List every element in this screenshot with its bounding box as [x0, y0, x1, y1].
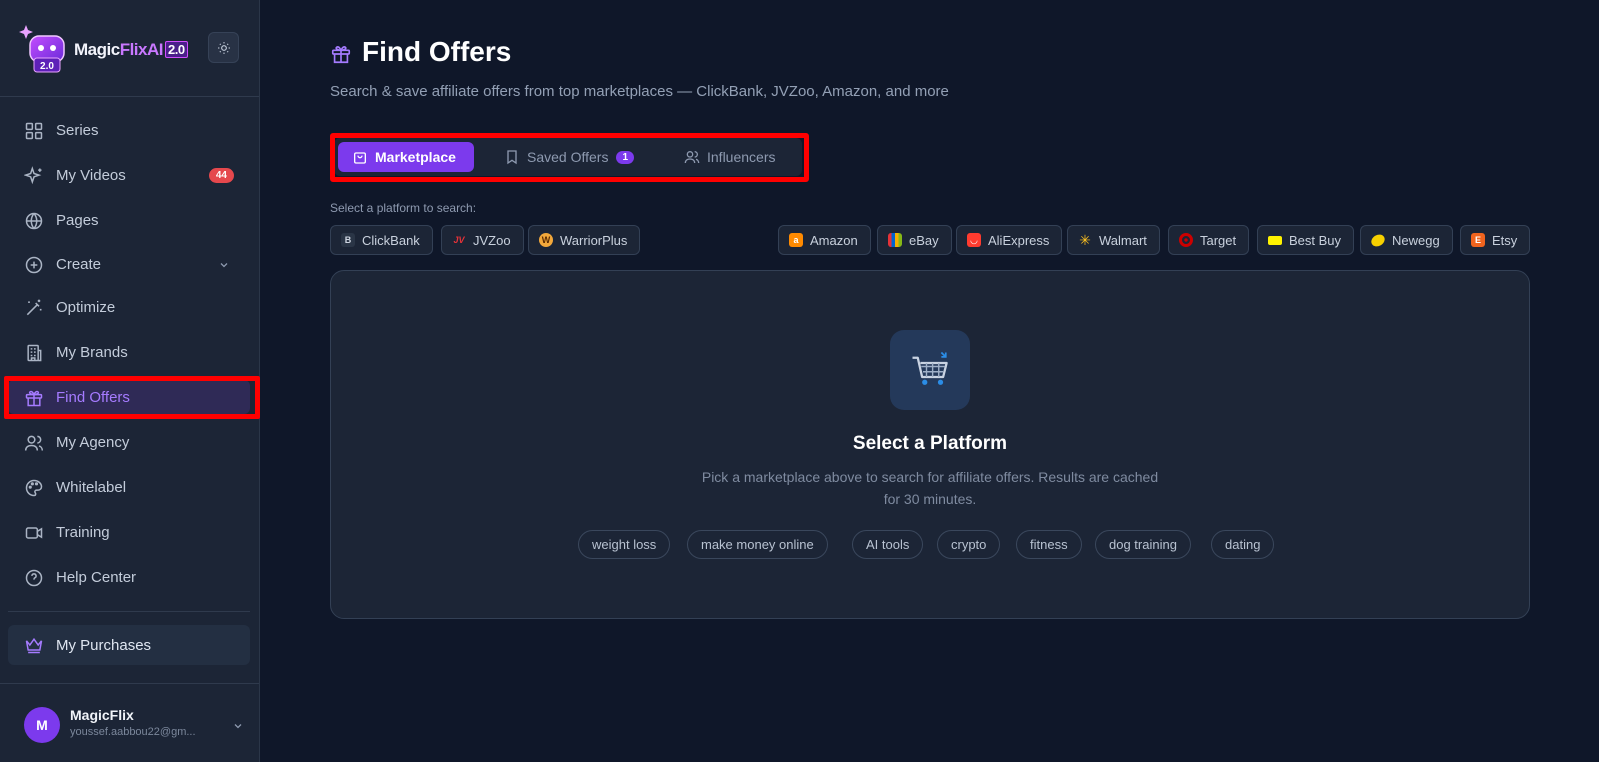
platform-chip-jvzoo[interactable]: JV JVZoo	[441, 225, 524, 255]
suggestion-chip[interactable]: AI tools	[852, 530, 924, 559]
sidebar-item-my-brands[interactable]: My Brands	[8, 335, 250, 369]
sidebar-item-label: My Purchases	[56, 637, 152, 654]
globe-icon	[25, 212, 43, 230]
clickbank-logo-icon: B	[341, 233, 355, 247]
newegg-logo-icon	[1369, 231, 1387, 249]
chevron-down-icon	[220, 263, 228, 268]
user-menu[interactable]: M MagicFlix youssef.aabbou22@gm...	[24, 707, 244, 747]
sidebar-item-label: Training	[56, 524, 110, 541]
sidebar-item-label: My Agency	[56, 434, 130, 451]
brand-name: MagicFlixAI 2.0	[74, 40, 188, 60]
warriorplus-logo-icon: W	[539, 233, 553, 247]
sidebar-item-label: My Videos	[56, 167, 126, 184]
help-circle-icon	[25, 569, 43, 587]
theme-toggle-button[interactable]	[208, 32, 239, 63]
sidebar-item-label: Optimize	[56, 299, 116, 316]
robot-logo-icon: 2.0	[19, 25, 65, 73]
sidebar: 2.0 MagicFlixAI 2.0 Series My Videos 44 P…	[0, 0, 260, 762]
sidebar-item-series[interactable]: Series	[8, 113, 250, 147]
platform-chip-best-buy[interactable]: Best Buy	[1257, 225, 1355, 255]
sidebar-item-training[interactable]: Training	[8, 515, 250, 549]
platform-chip-warriorplus[interactable]: W WarriorPlus	[528, 225, 641, 255]
platform-chip-amazon[interactable]: a Amazon	[778, 225, 871, 255]
video-camera-icon	[25, 527, 43, 539]
sun-icon	[217, 41, 230, 54]
empty-state-title: Select a Platform	[852, 433, 1008, 454]
platform-chip-newegg[interactable]: Newegg	[1360, 225, 1453, 255]
amazon-logo-icon: a	[789, 233, 803, 247]
brand-version-badge: 2.0	[164, 41, 188, 58]
sidebar-item-label: Pages	[56, 212, 99, 229]
palette-icon	[25, 479, 43, 497]
etsy-logo-icon: E	[1471, 233, 1485, 247]
platform-select-label: Select a platform to search:	[330, 201, 477, 215]
sidebar-item-optimize[interactable]: Optimize	[8, 290, 250, 324]
suggestion-chip[interactable]: crypto	[937, 530, 1001, 559]
videos-count-badge: 44	[208, 168, 234, 183]
ebay-logo-icon	[888, 233, 902, 247]
avatar: M	[24, 707, 60, 743]
best-buy-tag-icon	[1268, 235, 1282, 245]
suggestion-chip[interactable]: make money online	[687, 530, 828, 559]
chevron-down-icon	[234, 724, 242, 729]
sidebar-item-help-center[interactable]: Help Center	[8, 560, 250, 594]
sidebar-divider	[0, 96, 259, 97]
target-logo-icon	[1179, 233, 1193, 247]
platform-chip-aliexpress[interactable]: ◡ AliExpress	[956, 225, 1063, 255]
svg-text:2.0: 2.0	[40, 61, 54, 72]
sidebar-item-create[interactable]: Create	[8, 247, 250, 281]
suggestion-chip[interactable]: fitness	[1016, 530, 1082, 559]
page-title: Find Offers	[362, 36, 512, 67]
sidebar-item-my-purchases[interactable]: My Purchases	[8, 625, 250, 665]
sidebar-item-whitelabel[interactable]: Whitelabel	[8, 470, 250, 504]
suggestion-chip[interactable]: dating	[1211, 530, 1275, 559]
sidebar-item-label: Whitelabel	[56, 479, 127, 496]
highlight-box-tabs	[330, 133, 809, 182]
sidebar-item-my-videos[interactable]: My Videos 44	[8, 158, 250, 192]
platform-chip-etsy[interactable]: E Etsy	[1460, 225, 1531, 255]
crown-icon	[25, 637, 43, 654]
highlight-box-sidebar	[4, 376, 260, 419]
sidebar-divider	[8, 611, 250, 612]
suggestion-chip[interactable]: weight loss	[578, 530, 671, 559]
cart-icon-box	[890, 330, 970, 410]
sidebar-item-label: Series	[56, 122, 99, 139]
platform-chip-walmart[interactable]: ✳ Walmart	[1067, 225, 1160, 255]
magic-wand-icon	[26, 299, 42, 316]
suggestion-chip[interactable]: dog training	[1095, 530, 1191, 559]
aliexpress-logo-icon: ◡	[967, 233, 981, 247]
sparkles-icon	[24, 166, 42, 185]
plus-circle-icon	[25, 256, 43, 274]
page-subtitle: Search & save affiliate offers from top …	[330, 83, 949, 100]
walmart-spark-icon: ✳	[1079, 231, 1091, 248]
brand-logo[interactable]: 2.0 MagicFlixAI 2.0	[18, 20, 238, 76]
sidebar-item-label: Create	[56, 256, 102, 273]
sidebar-item-label: Help Center	[56, 569, 137, 586]
platform-chip-target[interactable]: Target	[1168, 225, 1250, 255]
sidebar-item-my-agency[interactable]: My Agency	[8, 425, 250, 459]
grid-icon	[25, 122, 43, 140]
building-icon	[27, 344, 42, 362]
sidebar-divider	[0, 683, 259, 684]
sidebar-item-label: My Brands	[56, 344, 128, 361]
user-email: youssef.aabbou22@gm...	[70, 726, 196, 738]
users-icon	[24, 435, 44, 451]
platform-chip-clickbank[interactable]: B ClickBank	[330, 225, 433, 255]
jvzoo-logo-icon: JV	[453, 235, 465, 245]
user-name: MagicFlix	[70, 707, 134, 723]
sidebar-item-pages[interactable]: Pages	[8, 203, 250, 237]
shopping-cart-icon	[912, 351, 948, 385]
platform-chip-ebay[interactable]: eBay	[877, 225, 952, 255]
empty-state-description: Pick a marketplace above to search for a…	[701, 469, 1159, 507]
gift-icon	[331, 46, 351, 64]
